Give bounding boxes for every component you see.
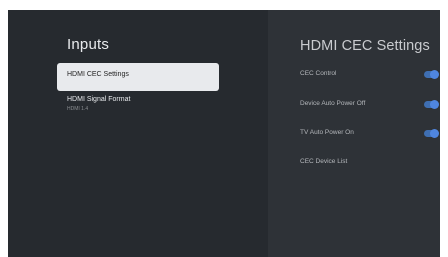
setting-row-tv-auto-power-on[interactable]: TV Auto Power On <box>300 127 440 141</box>
setting-row-cec-device-list[interactable]: CEC Device List <box>300 156 440 170</box>
menu-item-sublabel: HDMI 1.4 <box>67 106 89 112</box>
menu-item-hdmi-signal-format[interactable]: HDMI Signal Format HDMI 1.4 <box>57 93 219 121</box>
setting-label: CEC Control <box>300 70 337 77</box>
toggle-knob <box>430 129 439 138</box>
setting-row-device-auto-power-off[interactable]: Device Auto Power Off <box>300 98 440 112</box>
cec-control-toggle[interactable] <box>424 70 439 79</box>
inputs-panel-title: Inputs <box>67 36 110 53</box>
menu-item-label: HDMI CEC Settings <box>67 71 129 78</box>
tv-screen: Inputs HDMI CEC Settings HDMI Signal For… <box>8 10 440 257</box>
menu-item-hdmi-cec-settings[interactable]: HDMI CEC Settings <box>57 63 219 91</box>
toggle-knob <box>430 70 439 79</box>
cec-settings-panel: HDMI CEC Settings CEC Control Device Aut… <box>268 10 440 257</box>
cec-settings-title: HDMI CEC Settings <box>300 38 430 54</box>
inputs-panel: Inputs HDMI CEC Settings HDMI Signal For… <box>8 10 268 257</box>
toggle-knob <box>430 100 439 109</box>
setting-label: Device Auto Power Off <box>300 100 366 107</box>
tv-auto-power-on-toggle[interactable] <box>424 129 439 138</box>
setting-label: TV Auto Power On <box>300 129 354 136</box>
setting-row-cec-control[interactable]: CEC Control <box>300 68 440 82</box>
setting-label: CEC Device List <box>300 158 348 165</box>
menu-item-label: HDMI Signal Format <box>67 96 131 103</box>
device-auto-power-off-toggle[interactable] <box>424 100 439 109</box>
